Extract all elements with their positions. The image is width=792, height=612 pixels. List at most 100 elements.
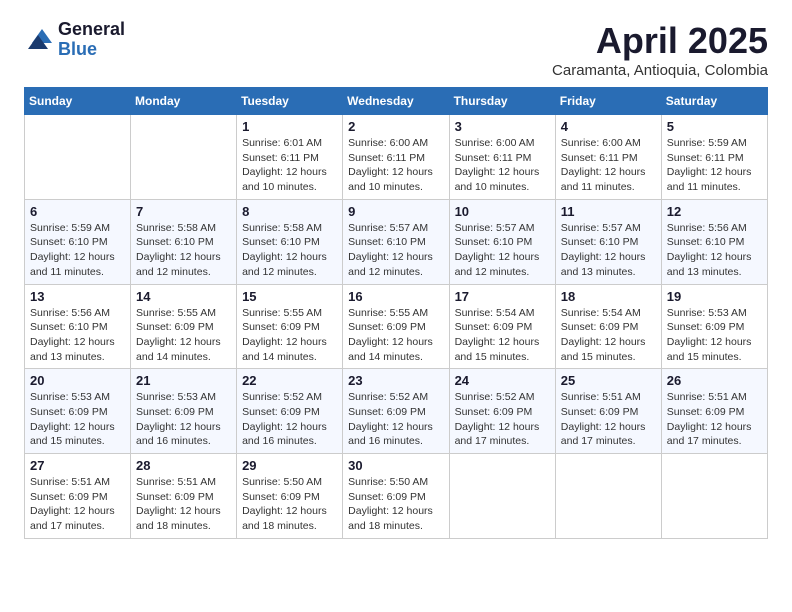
day-number: 7 xyxy=(136,204,231,219)
weekday-header: Saturday xyxy=(661,88,767,115)
day-number: 3 xyxy=(455,119,550,134)
calendar-cell: 10 Sunrise: 5:57 AM Sunset: 6:10 PM Dayli… xyxy=(449,199,555,284)
day-number: 6 xyxy=(30,204,125,219)
calendar-cell xyxy=(555,454,661,539)
location: Caramanta, Antioquia, Colombia xyxy=(552,62,768,79)
calendar-cell: 3 Sunrise: 6:00 AM Sunset: 6:11 PM Daylig… xyxy=(449,115,555,200)
day-info: Sunrise: 5:52 AM Sunset: 6:09 PM Dayligh… xyxy=(348,390,443,449)
logo-general: General xyxy=(58,20,125,40)
day-number: 5 xyxy=(667,119,762,134)
calendar-cell: 23 Sunrise: 5:52 AM Sunset: 6:09 PM Dayli… xyxy=(343,369,449,454)
day-number: 27 xyxy=(30,458,125,473)
calendar-week-row: 20 Sunrise: 5:53 AM Sunset: 6:09 PM Dayli… xyxy=(25,369,768,454)
day-info: Sunrise: 5:56 AM Sunset: 6:10 PM Dayligh… xyxy=(667,221,762,280)
day-number: 13 xyxy=(30,289,125,304)
day-number: 16 xyxy=(348,289,443,304)
logo-icon xyxy=(24,25,54,55)
day-number: 20 xyxy=(30,373,125,388)
weekday-header: Thursday xyxy=(449,88,555,115)
calendar-cell: 16 Sunrise: 5:55 AM Sunset: 6:09 PM Dayli… xyxy=(343,284,449,369)
day-info: Sunrise: 5:51 AM Sunset: 6:09 PM Dayligh… xyxy=(30,475,125,534)
calendar-cell: 19Sunrise: 5:53 AM Sunset: 6:09 PM Dayli… xyxy=(661,284,767,369)
calendar-cell: 27 Sunrise: 5:51 AM Sunset: 6:09 PM Dayli… xyxy=(25,454,131,539)
calendar-cell: 5Sunrise: 5:59 AM Sunset: 6:11 PM Daylig… xyxy=(661,115,767,200)
day-info: Sunrise: 5:58 AM Sunset: 6:10 PM Dayligh… xyxy=(242,221,337,280)
day-number: 8 xyxy=(242,204,337,219)
calendar-cell: 24Sunrise: 5:52 AM Sunset: 6:09 PM Dayli… xyxy=(449,369,555,454)
day-number: 18 xyxy=(561,289,656,304)
calendar-header-row: SundayMondayTuesdayWednesdayThursdayFrid… xyxy=(25,88,768,115)
day-info: Sunrise: 5:55 AM Sunset: 6:09 PM Dayligh… xyxy=(242,306,337,365)
calendar-cell: 14 Sunrise: 5:55 AM Sunset: 6:09 PM Dayli… xyxy=(131,284,237,369)
calendar-cell: 26 Sunrise: 5:51 AM Sunset: 6:09 PM Dayli… xyxy=(661,369,767,454)
day-info: Sunrise: 6:00 AM Sunset: 6:11 PM Dayligh… xyxy=(348,136,443,195)
day-info: Sunrise: 5:54 AM Sunset: 6:09 PM Dayligh… xyxy=(561,306,656,365)
weekday-header: Sunday xyxy=(25,88,131,115)
logo: General Blue xyxy=(24,20,125,60)
day-number: 21 xyxy=(136,373,231,388)
day-number: 29 xyxy=(242,458,337,473)
day-number: 10 xyxy=(455,204,550,219)
day-info: Sunrise: 5:57 AM Sunset: 6:10 PM Dayligh… xyxy=(455,221,550,280)
calendar-week-row: 6Sunrise: 5:59 AM Sunset: 6:10 PM Daylig… xyxy=(25,199,768,284)
calendar-week-row: 1Sunrise: 6:01 AM Sunset: 6:11 PM Daylig… xyxy=(25,115,768,200)
day-number: 11 xyxy=(561,204,656,219)
day-info: Sunrise: 6:00 AM Sunset: 6:11 PM Dayligh… xyxy=(561,136,656,195)
calendar-cell: 28Sunrise: 5:51 AM Sunset: 6:09 PM Dayli… xyxy=(131,454,237,539)
calendar-cell: 9 Sunrise: 5:57 AM Sunset: 6:10 PM Daylig… xyxy=(343,199,449,284)
calendar-cell: 25Sunrise: 5:51 AM Sunset: 6:09 PM Dayli… xyxy=(555,369,661,454)
calendar-cell: 4 Sunrise: 6:00 AM Sunset: 6:11 PM Daylig… xyxy=(555,115,661,200)
day-number: 19 xyxy=(667,289,762,304)
day-info: Sunrise: 6:00 AM Sunset: 6:11 PM Dayligh… xyxy=(455,136,550,195)
day-info: Sunrise: 5:53 AM Sunset: 6:09 PM Dayligh… xyxy=(30,390,125,449)
logo-blue: Blue xyxy=(58,40,125,60)
day-info: Sunrise: 5:52 AM Sunset: 6:09 PM Dayligh… xyxy=(242,390,337,449)
calendar-cell: 7 Sunrise: 5:58 AM Sunset: 6:10 PM Daylig… xyxy=(131,199,237,284)
day-info: Sunrise: 5:57 AM Sunset: 6:10 PM Dayligh… xyxy=(561,221,656,280)
day-number: 1 xyxy=(242,119,337,134)
weekday-header: Friday xyxy=(555,88,661,115)
day-info: Sunrise: 5:50 AM Sunset: 6:09 PM Dayligh… xyxy=(348,475,443,534)
day-number: 22 xyxy=(242,373,337,388)
day-number: 15 xyxy=(242,289,337,304)
day-info: Sunrise: 5:55 AM Sunset: 6:09 PM Dayligh… xyxy=(348,306,443,365)
day-number: 17 xyxy=(455,289,550,304)
day-info: Sunrise: 5:50 AM Sunset: 6:09 PM Dayligh… xyxy=(242,475,337,534)
day-info: Sunrise: 5:51 AM Sunset: 6:09 PM Dayligh… xyxy=(136,475,231,534)
calendar-cell: 8 Sunrise: 5:58 AM Sunset: 6:10 PM Daylig… xyxy=(237,199,343,284)
title-block: April 2025 Caramanta, Antioquia, Colombi… xyxy=(552,20,768,79)
day-number: 26 xyxy=(667,373,762,388)
calendar-cell: 20 Sunrise: 5:53 AM Sunset: 6:09 PM Dayli… xyxy=(25,369,131,454)
day-number: 9 xyxy=(348,204,443,219)
calendar-week-row: 13 Sunrise: 5:56 AM Sunset: 6:10 PM Dayli… xyxy=(25,284,768,369)
calendar-cell: 30 Sunrise: 5:50 AM Sunset: 6:09 PM Dayli… xyxy=(343,454,449,539)
day-info: Sunrise: 5:55 AM Sunset: 6:09 PM Dayligh… xyxy=(136,306,231,365)
day-info: Sunrise: 5:51 AM Sunset: 6:09 PM Dayligh… xyxy=(561,390,656,449)
calendar-cell: 13 Sunrise: 5:56 AM Sunset: 6:10 PM Dayli… xyxy=(25,284,131,369)
calendar-week-row: 27 Sunrise: 5:51 AM Sunset: 6:09 PM Dayli… xyxy=(25,454,768,539)
calendar-cell: 11 Sunrise: 5:57 AM Sunset: 6:10 PM Dayli… xyxy=(555,199,661,284)
day-number: 4 xyxy=(561,119,656,134)
day-info: Sunrise: 5:56 AM Sunset: 6:10 PM Dayligh… xyxy=(30,306,125,365)
day-info: Sunrise: 5:57 AM Sunset: 6:10 PM Dayligh… xyxy=(348,221,443,280)
day-number: 14 xyxy=(136,289,231,304)
weekday-header: Tuesday xyxy=(237,88,343,115)
day-number: 23 xyxy=(348,373,443,388)
calendar-cell: 6Sunrise: 5:59 AM Sunset: 6:10 PM Daylig… xyxy=(25,199,131,284)
weekday-header: Wednesday xyxy=(343,88,449,115)
day-info: Sunrise: 5:58 AM Sunset: 6:10 PM Dayligh… xyxy=(136,221,231,280)
day-number: 2 xyxy=(348,119,443,134)
day-number: 30 xyxy=(348,458,443,473)
page-header: General Blue April 2025 Caramanta, Antio… xyxy=(24,20,768,79)
month-title: April 2025 xyxy=(552,20,768,62)
day-info: Sunrise: 5:54 AM Sunset: 6:09 PM Dayligh… xyxy=(455,306,550,365)
calendar-cell: 21Sunrise: 5:53 AM Sunset: 6:09 PM Dayli… xyxy=(131,369,237,454)
day-info: Sunrise: 5:51 AM Sunset: 6:09 PM Dayligh… xyxy=(667,390,762,449)
weekday-header: Monday xyxy=(131,88,237,115)
calendar-cell xyxy=(449,454,555,539)
calendar-cell xyxy=(25,115,131,200)
calendar-cell: 17 Sunrise: 5:54 AM Sunset: 6:09 PM Dayli… xyxy=(449,284,555,369)
calendar-cell: 2 Sunrise: 6:00 AM Sunset: 6:11 PM Daylig… xyxy=(343,115,449,200)
day-number: 24 xyxy=(455,373,550,388)
calendar-cell xyxy=(131,115,237,200)
